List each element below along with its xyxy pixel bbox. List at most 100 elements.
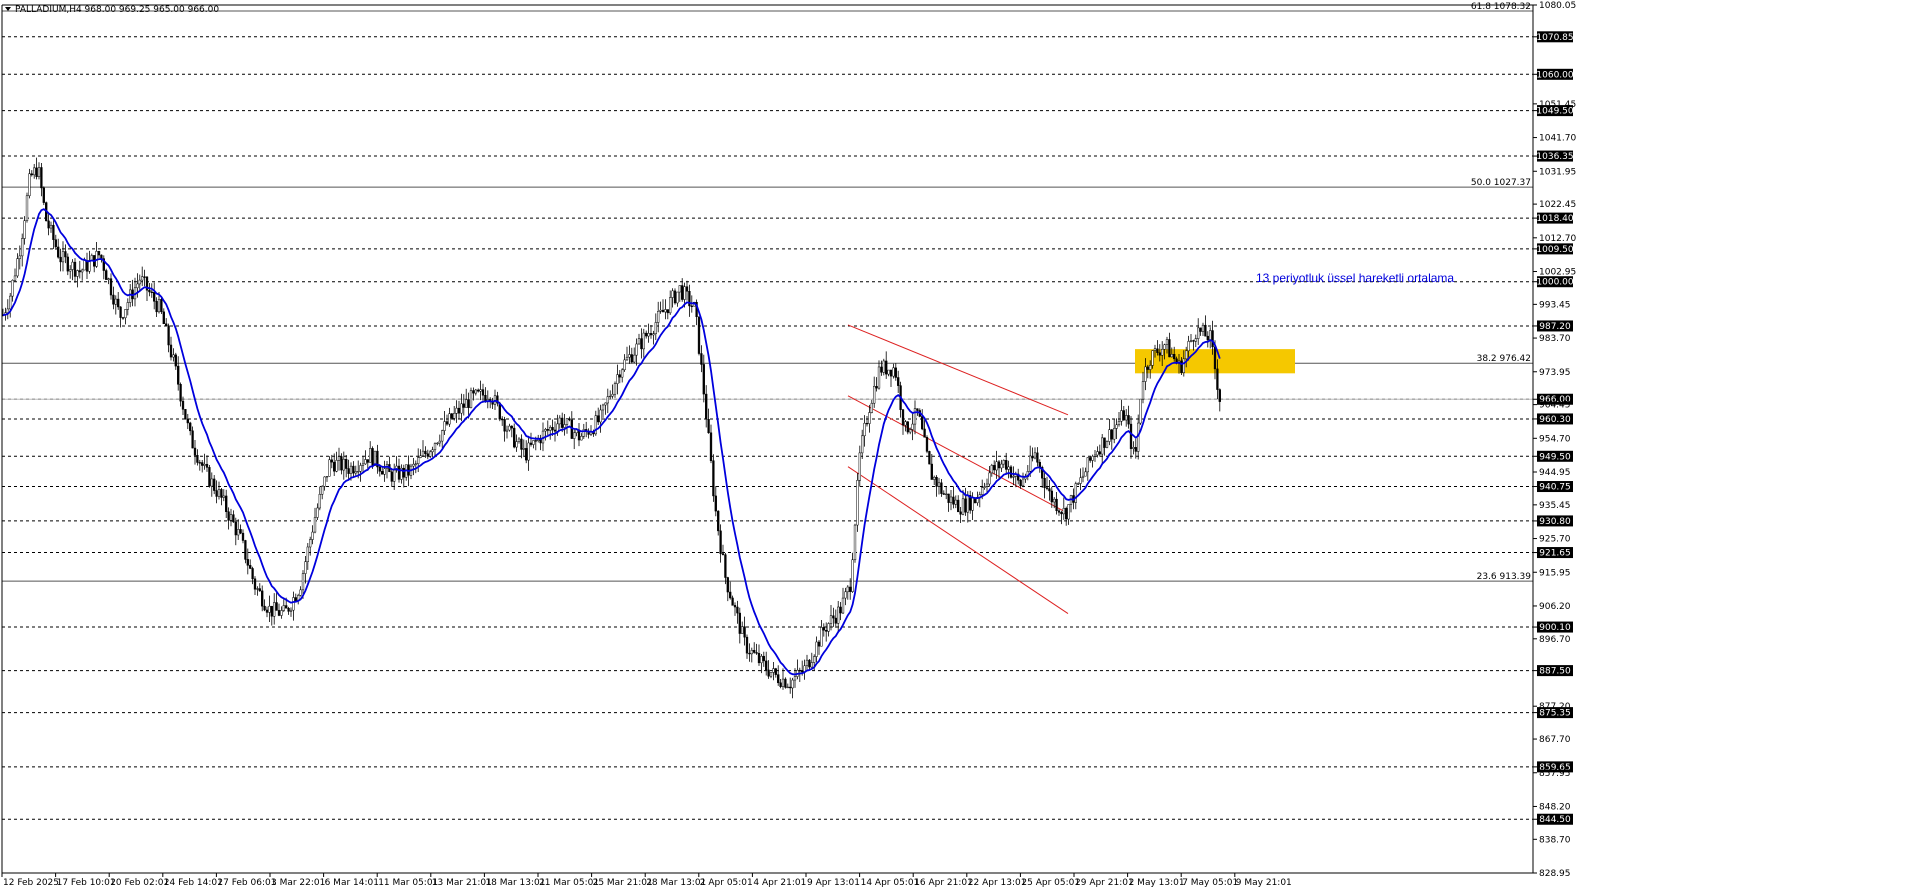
candle-body [1197, 327, 1200, 339]
candle-body [755, 652, 758, 654]
candle-body [390, 471, 393, 482]
candle-body [623, 359, 626, 371]
candle-body [551, 427, 554, 431]
candle-body [573, 432, 576, 439]
candle-body [925, 437, 929, 452]
candle-body [846, 586, 849, 593]
candle-body [474, 389, 477, 394]
candle-body [76, 270, 79, 277]
candle-body [253, 578, 257, 590]
candle-body [853, 524, 857, 561]
candle-body [911, 423, 914, 430]
candle-body [553, 429, 557, 432]
candle-body [1091, 456, 1094, 461]
candle-body [669, 297, 672, 314]
candle-body [676, 291, 679, 304]
candle-body [618, 374, 621, 378]
candle-body [647, 333, 650, 337]
candle-body [1201, 324, 1205, 332]
candle-body [858, 452, 861, 481]
candle-body [1108, 429, 1111, 442]
candle-body [865, 422, 869, 425]
candle-body [1199, 327, 1202, 332]
y-tick-label: 915.95 [1539, 568, 1571, 578]
candle-body [37, 167, 41, 177]
candle-body [671, 290, 674, 298]
candle-body [513, 427, 516, 448]
candle-body [270, 605, 273, 617]
candle-body [472, 390, 475, 394]
candle-body [1103, 437, 1106, 448]
candle-body [844, 591, 847, 599]
candle-body [83, 260, 86, 271]
candle-body [330, 459, 333, 463]
candle-body [1182, 358, 1185, 373]
candle-body [30, 173, 33, 176]
candle-body [179, 384, 182, 402]
candle-body [441, 430, 444, 442]
y-tick-label: 1049.50 [1536, 107, 1573, 117]
candle-body [280, 610, 283, 616]
candle-body [515, 441, 518, 448]
candle-body [1204, 324, 1207, 337]
chart-area: 61.8 1078.32 50.0 1027.37 38.2 976.42 23.6 … [0, 0, 1916, 888]
candle-body [625, 356, 629, 361]
candle-body [1007, 466, 1010, 470]
ema-line-group [2, 208, 1221, 676]
candle-body [633, 354, 636, 363]
candle-body [258, 588, 261, 592]
candle-body [702, 364, 705, 395]
candle-body [945, 493, 948, 496]
ema-line [2, 208, 1221, 676]
candle-body [1115, 424, 1118, 429]
candle-body [397, 465, 401, 480]
candle-body [64, 251, 67, 258]
candle-body [709, 432, 713, 461]
y-tick-label: 954.70 [1539, 434, 1571, 444]
candle-body [1050, 490, 1053, 503]
candle-body [985, 483, 989, 487]
candle-body [217, 489, 221, 497]
candle-body [412, 463, 415, 467]
y-tick-label: 1070.85 [1536, 33, 1573, 43]
y-tick-label: 987.20 [1539, 322, 1571, 332]
candle-body [273, 602, 276, 617]
candle-body [909, 429, 912, 433]
candle-body [109, 278, 113, 296]
candle-body [700, 353, 703, 365]
candle-body [201, 462, 204, 466]
candle-body [97, 251, 101, 256]
x-tick-label: 22 Apr 13:01 [968, 878, 1027, 888]
candle-body [717, 510, 720, 532]
fib-label: 38.2 976.42 [1477, 354, 1531, 364]
annotation-group: 13 periyotluk üssel hareketli ortalama [1256, 271, 1454, 285]
candle-body [121, 317, 125, 319]
x-tick-label: 17 Feb 10:01 [57, 878, 116, 888]
candle-body [325, 476, 329, 478]
candle-body [381, 471, 384, 475]
candle-body [769, 672, 773, 677]
candle-body [901, 409, 905, 426]
candle-body [181, 400, 185, 410]
candle-body [61, 251, 65, 263]
candle-body [361, 463, 365, 466]
candle-body [1029, 455, 1032, 472]
candle-body [167, 325, 170, 346]
candle-body [947, 493, 950, 503]
candle-body [678, 285, 681, 293]
candle-body [1132, 447, 1135, 449]
candle-body [28, 173, 31, 197]
candle-body [33, 167, 36, 176]
candle-body [637, 338, 641, 345]
candle-body [611, 393, 614, 397]
candle-body [342, 458, 345, 471]
candle-body [357, 471, 360, 473]
candle-body [621, 369, 624, 378]
candle-body [1002, 460, 1005, 465]
candle-body [184, 409, 187, 420]
candle-body [479, 389, 482, 392]
dropdown-triangle-icon[interactable] [5, 7, 11, 11]
candle-body [1158, 352, 1161, 356]
candle-body [1189, 340, 1193, 342]
candle-body [690, 305, 693, 307]
